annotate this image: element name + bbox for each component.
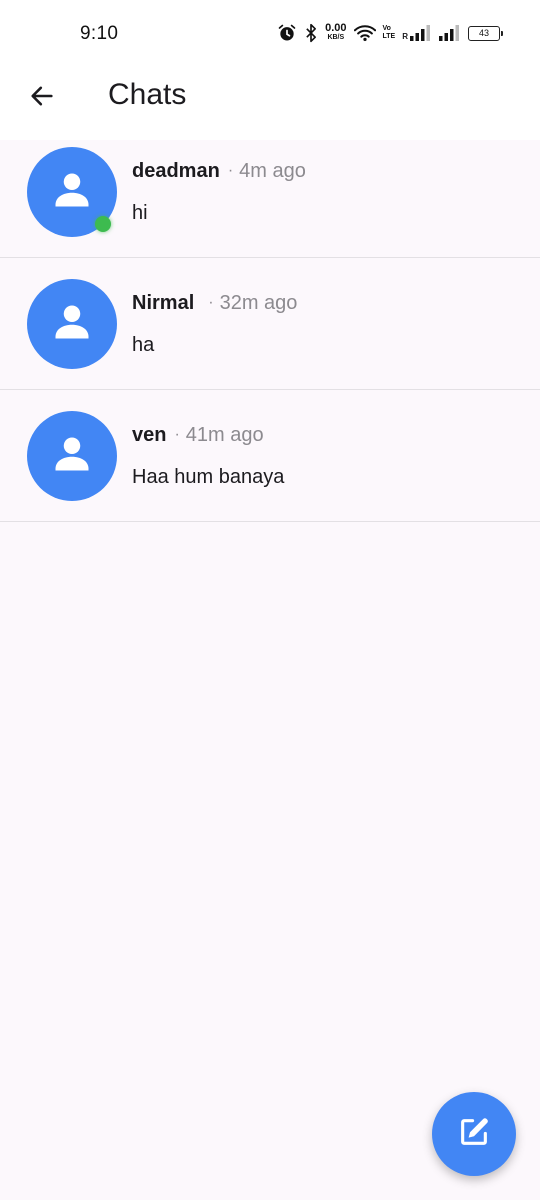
chat-header: ven · 41m ago xyxy=(132,424,264,447)
volte-indicator: Vo LTE xyxy=(382,25,396,40)
wifi-icon xyxy=(353,24,376,42)
separator-dot: · xyxy=(174,426,180,443)
chat-list-item[interactable]: deadman · 4m ago hi xyxy=(0,140,540,258)
alarm-icon xyxy=(277,23,297,43)
last-message: ha xyxy=(132,334,155,356)
timestamp: 41m ago xyxy=(185,424,264,446)
last-message: hi xyxy=(132,202,148,224)
battery-icon: 43 xyxy=(468,25,503,41)
avatar xyxy=(27,279,117,369)
arrow-back-icon xyxy=(28,82,56,115)
contact-name: ven xyxy=(132,424,167,446)
bluetooth-icon xyxy=(304,23,318,43)
timestamp: 32m ago xyxy=(219,292,298,314)
chat-header: deadman · 4m ago xyxy=(132,160,306,183)
chats-screen: 9:10 0.00 KB/S Vo LTE R 43 Chats deadman… xyxy=(0,0,540,1200)
status-icons: 0.00 KB/S Vo LTE R 43 xyxy=(277,20,503,46)
separator-dot: · xyxy=(227,162,234,179)
page-title: Chats xyxy=(108,78,187,111)
chat-list: deadman · 4m ago hi Nirmal · 32m ago ha xyxy=(0,140,540,522)
chat-list-item[interactable]: ven · 41m ago Haa hum banaya xyxy=(0,390,540,522)
back-button[interactable] xyxy=(22,78,62,118)
last-message: Haa hum banaya xyxy=(132,466,285,488)
edit-icon xyxy=(457,1115,491,1154)
chat-header: Nirmal · 32m ago xyxy=(132,292,297,315)
status-time: 9:10 xyxy=(80,23,119,44)
new-chat-button[interactable] xyxy=(432,1092,516,1176)
person-icon xyxy=(50,168,94,217)
signal-icon xyxy=(439,25,461,41)
person-icon xyxy=(50,300,94,349)
avatar xyxy=(27,411,117,501)
separator-dot: · xyxy=(208,294,214,311)
chat-list-item[interactable]: Nirmal · 32m ago ha xyxy=(0,258,540,390)
contact-name: Nirmal xyxy=(132,292,195,314)
app-bar: Chats xyxy=(0,64,540,140)
signal-icon: R xyxy=(402,25,432,41)
online-status-dot xyxy=(95,216,111,232)
contact-name: deadman xyxy=(132,160,220,182)
timestamp: 4m ago xyxy=(239,160,306,182)
status-bar: 9:10 0.00 KB/S Vo LTE R 43 xyxy=(0,0,540,64)
network-speed: 0.00 KB/S xyxy=(325,22,347,42)
person-icon xyxy=(50,432,94,481)
